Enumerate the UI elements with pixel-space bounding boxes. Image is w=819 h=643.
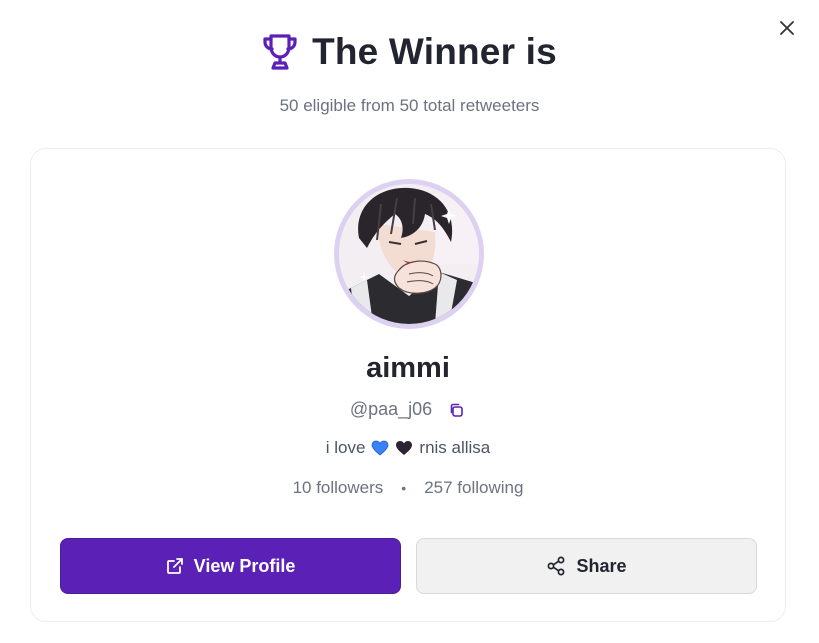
winner-name: aimmi	[366, 352, 450, 384]
black-heart-emoji	[396, 441, 413, 455]
winner-card: aimmi @paa_j06 i love rnis allisa 10 fol…	[30, 148, 786, 622]
following-count: 257 following	[424, 478, 524, 497]
blue-heart-emoji	[372, 440, 389, 456]
avatar-ring	[334, 179, 484, 329]
follow-stats: 10 followers • 257 following	[31, 478, 785, 498]
trophy-icon	[263, 34, 297, 70]
winner-bio: i love rnis allisa	[31, 438, 785, 458]
winner-dialog: The Winner is 50 eligible from 50 total …	[0, 0, 819, 643]
share-label: Share	[576, 555, 627, 576]
followers-count: 10 followers	[292, 478, 384, 497]
avatar[interactable]	[339, 184, 479, 324]
share-icon	[548, 556, 565, 576]
eligibility-summary: 50 eligible from 50 total retweeters	[279, 96, 540, 115]
view-profile-label: View Profile	[193, 555, 296, 576]
title-row: The Winner is	[0, 28, 819, 76]
bio-text-end: rnis allisa	[419, 438, 491, 457]
handle-row: @paa_j06	[31, 399, 785, 420]
share-button[interactable]: Share	[416, 538, 757, 594]
view-profile-button[interactable]: View Profile	[60, 538, 401, 594]
external-link-icon	[166, 558, 183, 574]
dialog-header: The Winner is 50 eligible from 50 total …	[0, 28, 819, 116]
copy-icon	[450, 403, 463, 417]
bio-text-start: i love	[325, 438, 366, 457]
winner-handle: @paa_j06	[349, 399, 433, 419]
dialog-title: The Winner is	[312, 31, 557, 72]
copy-handle-button[interactable]	[446, 400, 466, 420]
avatar-illustration	[339, 184, 479, 324]
stats-separator: •	[401, 480, 407, 496]
